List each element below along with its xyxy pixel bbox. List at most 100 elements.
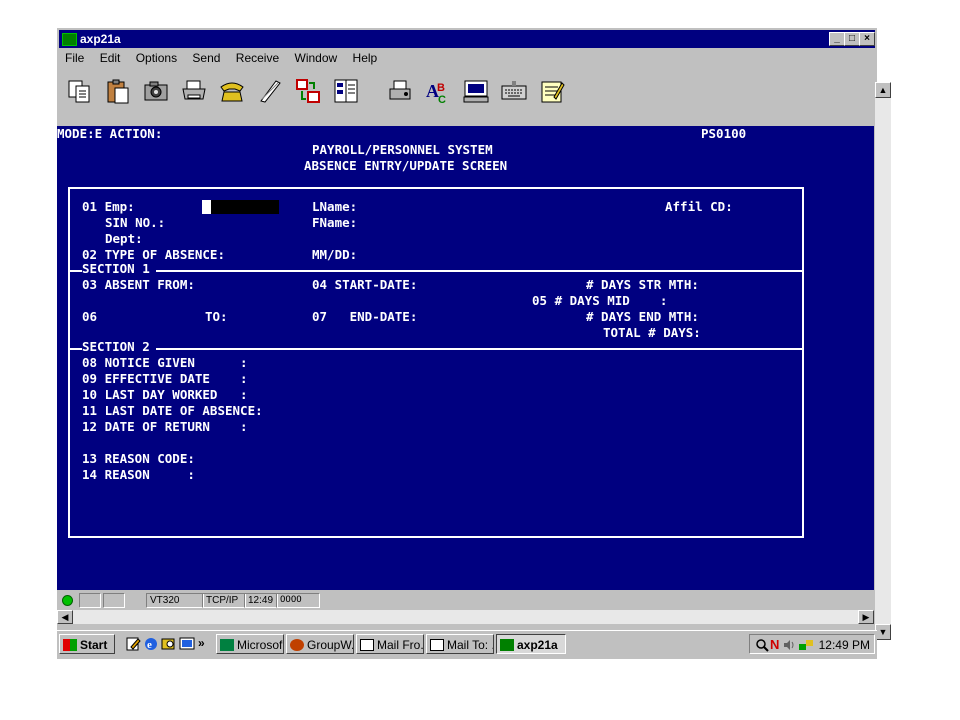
section-1-label: SECTION 1 <box>82 261 150 276</box>
box-top-border <box>68 187 804 189</box>
reason-label: 14 REASON : <box>82 467 195 482</box>
end-date-label: 07 END-DATE: <box>312 309 418 324</box>
start-label: Start <box>80 638 108 652</box>
status-panel-empty-2 <box>103 593 125 608</box>
connection-led-icon <box>62 595 73 606</box>
effective-date-label: 09 EFFECTIVE DATE : <box>82 371 248 386</box>
emp-label: 01 Emp: <box>82 199 135 214</box>
status-leds: OOOO <box>276 593 320 608</box>
scroll-left-icon[interactable]: ◀ <box>57 610 73 624</box>
menu-edit[interactable]: Edit <box>100 51 121 65</box>
last-date-of-absence-label: 11 LAST DATE OF ABSENCE: <box>82 403 263 418</box>
absent-from-label: 03 ABSENT FROM: <box>82 277 195 292</box>
task-mail-to[interactable]: Mail To: ... <box>426 634 494 654</box>
menu-help[interactable]: Help <box>353 51 378 65</box>
menu-options[interactable]: Options <box>136 51 177 65</box>
task-label: axp21a <box>517 638 558 652</box>
terminal-type: VT320 <box>146 593 204 608</box>
box-left-border <box>68 187 70 538</box>
terminal-screen[interactable]: MODE:E ACTION: PS0100 PAYROLL/PERSONNEL … <box>57 126 874 590</box>
menu-receive[interactable]: Receive <box>236 51 279 65</box>
menu-bar: File Edit Options Send Receive Window He… <box>59 49 875 67</box>
mode-action-label: MODE:E ACTION: <box>57 126 163 141</box>
terminal-icon[interactable] <box>461 76 491 106</box>
emp-input-field[interactable] <box>211 200 279 214</box>
excel-icon <box>220 639 234 651</box>
scroll-up-icon[interactable]: ▲ <box>875 82 891 98</box>
lname-label: LName: <box>312 199 358 214</box>
vertical-scrollbar[interactable]: ▲ ▼ <box>875 82 891 640</box>
system-tray: N 12:49 PM <box>749 634 875 654</box>
cursor <box>202 200 211 214</box>
box-bottom-border <box>68 536 804 538</box>
print-screen-icon[interactable] <box>385 76 415 106</box>
task-groupwise[interactable]: GroupW... <box>286 634 354 654</box>
last-day-worked-label: 10 LAST DAY WORKED : <box>82 387 248 402</box>
box-right-border <box>802 187 804 538</box>
printer-icon[interactable] <box>179 76 209 106</box>
menu-file[interactable]: File <box>65 51 84 65</box>
to-number-label: 06 <box>82 309 98 324</box>
mail-icon <box>430 639 444 651</box>
quicklaunch-edit-icon[interactable] <box>125 636 141 652</box>
spell-check-icon[interactable]: ABC <box>423 76 453 106</box>
status-time: 12:49 <box>244 593 278 608</box>
minimize-button[interactable]: _ <box>829 32 845 46</box>
section-2-divider <box>156 348 804 350</box>
layout-icon[interactable] <box>331 76 361 106</box>
quicklaunch-search-icon[interactable] <box>161 636 177 652</box>
taskbar: Start e » Microsof... GroupW... Mail Fro… <box>57 630 877 659</box>
notice-given-label: 08 NOTICE GIVEN : <box>82 355 248 370</box>
date-of-return-label: 12 DATE OF RETURN : <box>82 419 248 434</box>
toolbar: ABC <box>59 70 859 114</box>
clock[interactable]: 12:49 PM <box>819 638 870 652</box>
horizontal-scrollbar[interactable]: ◀ ▶ <box>57 610 874 624</box>
modem-icon[interactable] <box>255 76 285 106</box>
type-of-absence-label: 02 TYPE OF ABSENCE: <box>82 247 225 262</box>
task-mail-from[interactable]: Mail Fro... <box>356 634 424 654</box>
days-end-month-label: # DAYS END MTH: <box>586 309 699 324</box>
task-label: Mail To: ... <box>447 638 493 652</box>
notepad-icon[interactable] <box>537 76 567 106</box>
camera-icon[interactable] <box>141 76 171 106</box>
quicklaunch-browser-icon[interactable]: e <box>143 636 159 652</box>
to-label: TO: <box>205 309 228 324</box>
window-title: axp21a <box>80 32 121 46</box>
svg-text:e: e <box>147 639 152 651</box>
maximize-button[interactable]: □ <box>844 32 860 46</box>
system-title: PAYROLL/PERSONNEL SYSTEM <box>312 142 493 157</box>
transfer-icon[interactable] <box>293 76 323 106</box>
quicklaunch-more-chevron[interactable]: » <box>198 636 205 650</box>
task-label: GroupW... <box>307 638 353 652</box>
close-button[interactable]: × <box>859 32 875 46</box>
novell-tray-icon[interactable]: N <box>770 638 779 652</box>
task-microsoft[interactable]: Microsof... <box>216 634 284 654</box>
dept-label: Dept: <box>105 231 143 246</box>
menu-window[interactable]: Window <box>295 51 338 65</box>
status-bar: VT320 TCP/IP 12:49 OOOO <box>57 592 874 608</box>
connection-tray-icon[interactable] <box>798 638 814 652</box>
volume-tray-icon[interactable] <box>782 638 796 652</box>
start-button[interactable]: Start <box>59 634 115 654</box>
task-axp21a[interactable]: axp21a <box>496 634 566 654</box>
menu-send[interactable]: Send <box>192 51 220 65</box>
total-days-label: TOTAL # DAYS: <box>603 325 701 340</box>
task-label: Mail Fro... <box>377 638 424 652</box>
paste-icon[interactable] <box>103 76 133 106</box>
mmdd-label: MM/DD: <box>312 247 358 262</box>
scroll-right-icon[interactable]: ▶ <box>858 610 874 624</box>
scroll-down-icon[interactable]: ▼ <box>875 624 891 640</box>
quicklaunch-desktop-icon[interactable] <box>179 636 195 652</box>
phone-icon[interactable] <box>217 76 247 106</box>
affil-cd-label: Affil CD: <box>665 199 733 214</box>
terminal-app-icon[interactable] <box>62 33 77 46</box>
title-bar[interactable]: axp21a _ □ × <box>59 30 875 48</box>
copy-icon[interactable] <box>65 76 95 106</box>
svg-text:C: C <box>438 94 446 105</box>
network-tray-icon[interactable] <box>755 638 769 652</box>
task-label: Microsof... <box>237 638 283 652</box>
protocol: TCP/IP <box>202 593 246 608</box>
sin-label: SIN NO.: <box>105 215 166 230</box>
keyboard-icon[interactable] <box>499 76 529 106</box>
fname-label: FName: <box>312 215 358 230</box>
